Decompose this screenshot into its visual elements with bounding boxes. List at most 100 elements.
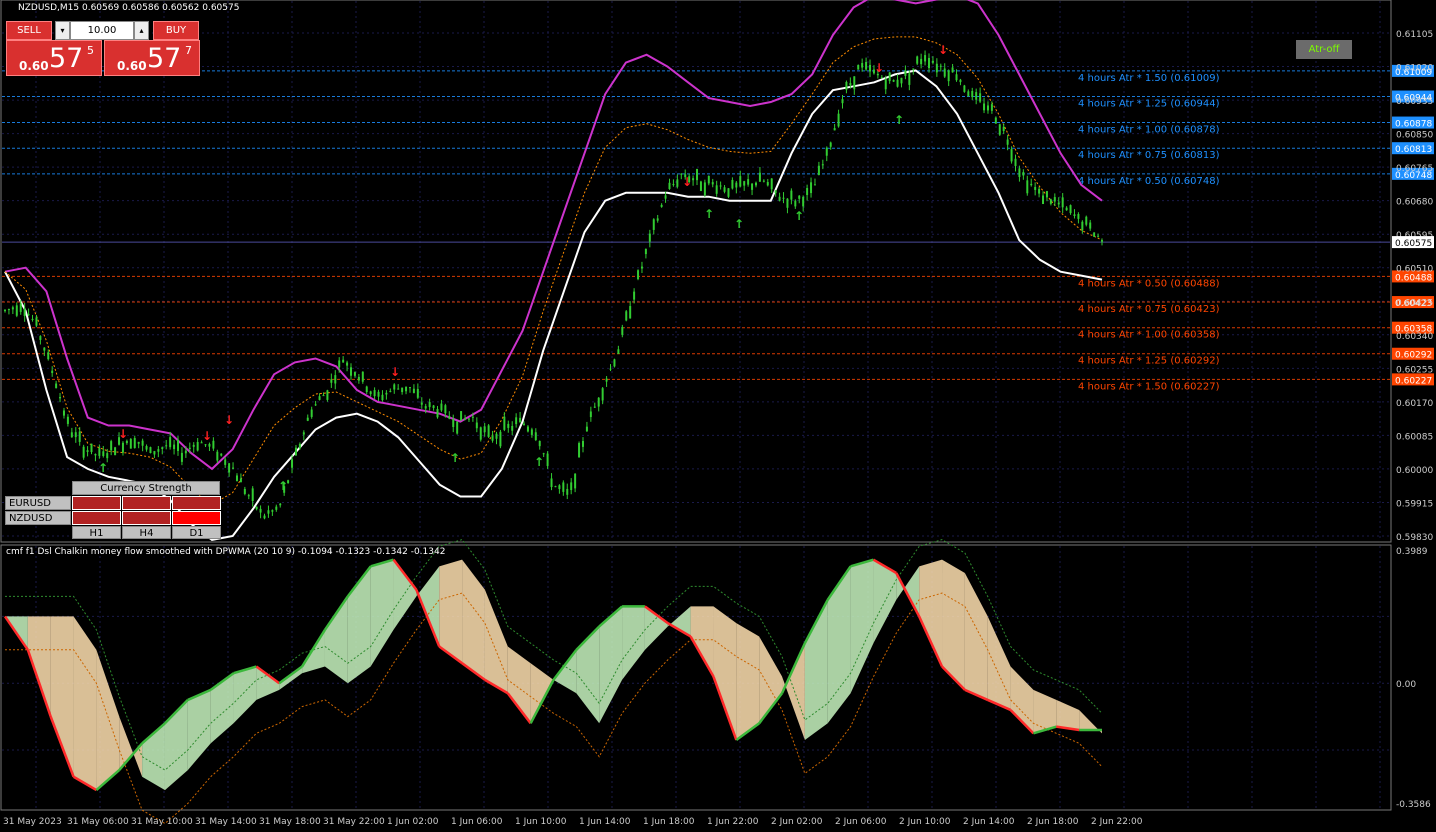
- buy-price-button[interactable]: 0.60 57 7: [104, 40, 200, 76]
- candle-body: [1081, 221, 1084, 231]
- candle-body: [998, 124, 1001, 135]
- sell-arrow-icon: ↓: [938, 43, 948, 57]
- candle-body: [597, 397, 600, 407]
- atr-upper-2-label: 4 hours Atr * 1.00 (0.60878): [1078, 125, 1220, 136]
- candle-body: [275, 506, 278, 510]
- indicator-fill: [347, 566, 371, 684]
- lot-size-input[interactable]: 10.00: [70, 21, 134, 40]
- candle-body: [723, 187, 726, 192]
- time-axis-label: 2 Jun 02:00: [771, 817, 823, 827]
- indicator-axis-label: 0.3989: [1396, 547, 1428, 557]
- candle-body: [62, 410, 65, 416]
- candle-body: [145, 446, 148, 450]
- candle-body: [849, 83, 852, 86]
- currency-strength-pair-nzdusd: NZDUSD: [5, 511, 71, 525]
- price-axis-label: 0.60340: [1396, 332, 1433, 342]
- candle-body: [220, 453, 223, 456]
- candle-body: [523, 423, 526, 425]
- candle-body: [640, 266, 643, 269]
- candle-body: [967, 91, 970, 97]
- candle-body: [74, 432, 77, 438]
- candle-body: [377, 391, 380, 397]
- candle-body: [460, 411, 463, 421]
- candle-body: [4, 309, 6, 312]
- indicator-fill: [507, 646, 531, 724]
- candle-body: [939, 65, 942, 67]
- candle-body: [672, 184, 675, 186]
- candle-body: [715, 185, 718, 194]
- price-chart[interactable]: 4 hours Atr * 1.50 (0.61009) 4 hours Atr …: [0, 0, 1436, 832]
- atr-toggle-button[interactable]: Atr-off: [1296, 40, 1352, 59]
- candle-body: [817, 165, 820, 175]
- candle-body: [208, 443, 211, 447]
- price-candles: [4, 50, 1103, 520]
- candle-body: [1057, 202, 1060, 205]
- candle-body: [735, 182, 738, 188]
- buy-arrow-icon: ↑: [794, 209, 804, 223]
- candle-body: [648, 233, 651, 242]
- candle-body: [904, 70, 907, 76]
- indicator-fill: [484, 589, 508, 694]
- candle-body: [1014, 158, 1017, 166]
- candle-body: [487, 425, 490, 437]
- time-axis-label: 1 Jun 18:00: [643, 817, 695, 827]
- candle-body: [322, 395, 325, 397]
- candle-body: [845, 82, 848, 90]
- candle-body: [15, 305, 18, 316]
- candle-body: [291, 459, 294, 468]
- sell-button[interactable]: SELL: [6, 21, 52, 40]
- lot-decrease-button[interactable]: ▾: [55, 21, 70, 40]
- candle-body: [177, 439, 180, 451]
- price-axis-label: 0.60680: [1396, 198, 1433, 208]
- candle-body: [912, 68, 915, 70]
- indicator-fill: [50, 616, 74, 777]
- candle-body: [310, 409, 313, 417]
- grid-lines: [2, 1, 1390, 809]
- sell-price-button[interactable]: 0.60 57 5: [6, 40, 102, 76]
- candle-body: [786, 198, 789, 208]
- candle-body: [652, 219, 655, 230]
- candle-body: [821, 164, 824, 166]
- price-axis-label: 0.59915: [1396, 499, 1433, 509]
- time-axis-label: 2 Jun 22:00: [1091, 817, 1143, 827]
- candle-body: [637, 270, 640, 280]
- candle-body: [499, 431, 502, 447]
- indicator-fill: [827, 566, 851, 724]
- lot-increase-button[interactable]: ▴: [134, 21, 149, 40]
- time-axis-label: 1 Jun 02:00: [387, 817, 439, 827]
- candle-body: [825, 147, 828, 156]
- candle-body: [141, 440, 144, 446]
- candle-body: [224, 459, 227, 465]
- candle-body: [668, 182, 671, 190]
- sell-price-prefix: 0.60: [19, 59, 49, 73]
- candle-body: [432, 405, 435, 409]
- candle-body: [696, 168, 699, 181]
- candle-body: [892, 80, 895, 82]
- candle-body: [581, 441, 584, 447]
- time-axis-label: 31 May 10:00: [131, 817, 193, 827]
- time-axis-label: 31 May 2023: [3, 817, 62, 827]
- candle-body: [157, 449, 160, 452]
- time-axis-label: 31 May 22:00: [323, 817, 385, 827]
- candle-body: [479, 427, 482, 440]
- candle-body: [1045, 191, 1048, 198]
- candle-body: [1018, 168, 1021, 178]
- buy-button[interactable]: BUY: [153, 21, 199, 40]
- candle-body: [519, 417, 522, 423]
- indicator-title: cmf f1 Dsl Chalkin money flow smoothed w…: [6, 547, 446, 557]
- candle-body: [137, 441, 140, 444]
- candle-body: [609, 368, 612, 370]
- price-axis-label: 0.59830: [1396, 533, 1433, 543]
- candle-body: [762, 180, 765, 182]
- indicator-fill: [27, 616, 51, 717]
- candle-body: [302, 432, 305, 435]
- candle-body: [228, 463, 231, 473]
- candle-body: [916, 56, 919, 64]
- window-title: NZDUSD,M15 0.60569 0.60586 0.60562 0.605…: [18, 3, 240, 13]
- candle-body: [294, 447, 297, 456]
- candle-body: [869, 64, 872, 72]
- strength-cell-nzdusd-d1: [172, 511, 221, 525]
- candle-body: [931, 60, 934, 63]
- indicator-fill: [919, 559, 943, 667]
- candle-body: [1069, 205, 1072, 214]
